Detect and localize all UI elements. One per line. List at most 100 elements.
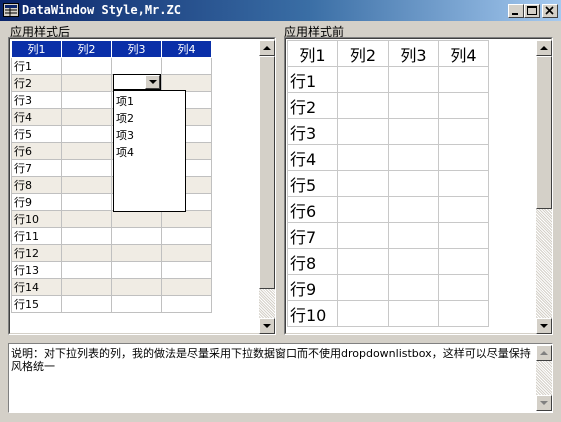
- description-scrollbar[interactable]: [536, 345, 552, 411]
- table-cell[interactable]: [388, 92, 439, 119]
- table-cell[interactable]: [388, 118, 439, 145]
- table-cell[interactable]: [61, 261, 112, 279]
- scroll-down-button[interactable]: [259, 318, 275, 334]
- column-header[interactable]: 列1: [11, 40, 62, 58]
- column-header[interactable]: 列3: [111, 40, 162, 58]
- scroll-down-button[interactable]: [536, 395, 552, 411]
- table-row[interactable]: 行1: [287, 66, 489, 93]
- scroll-thumb[interactable]: [259, 56, 275, 289]
- table-cell[interactable]: [111, 278, 162, 296]
- table-row[interactable]: 行10: [11, 210, 212, 228]
- table-row[interactable]: 行14: [11, 278, 212, 296]
- table-cell[interactable]: [61, 57, 112, 75]
- table-row[interactable]: 行15: [11, 295, 212, 313]
- table-cell[interactable]: [61, 210, 112, 228]
- table-row[interactable]: 行4: [287, 144, 489, 171]
- table-cell[interactable]: [337, 66, 389, 93]
- table-cell[interactable]: [161, 295, 212, 313]
- table-cell[interactable]: [61, 108, 112, 126]
- scroll-up-button[interactable]: [536, 345, 552, 361]
- table-cell[interactable]: [438, 170, 489, 197]
- table-cell[interactable]: [161, 278, 212, 296]
- table-cell[interactable]: [388, 248, 439, 275]
- table-cell[interactable]: [337, 92, 389, 119]
- table-cell[interactable]: [388, 196, 439, 223]
- dropdown-option[interactable]: 项4: [114, 144, 185, 161]
- description-textarea[interactable]: 说明：对下拉列表的列，我的做法是尽量采用下拉数据窗口而不使用dropdownli…: [8, 343, 553, 413]
- table-cell[interactable]: [111, 57, 162, 75]
- table-cell[interactable]: [111, 210, 162, 228]
- column-header[interactable]: 列2: [61, 40, 112, 58]
- column-header[interactable]: 列2: [337, 40, 389, 67]
- table-cell[interactable]: [61, 91, 112, 109]
- table-row[interactable]: 行13: [11, 261, 212, 279]
- table-row[interactable]: 行9: [287, 274, 489, 301]
- column-header[interactable]: 列3: [388, 40, 439, 67]
- table-cell[interactable]: [388, 300, 439, 327]
- table-cell[interactable]: [337, 222, 389, 249]
- table-cell[interactable]: [161, 74, 212, 92]
- table-cell[interactable]: [438, 222, 489, 249]
- table-cell[interactable]: [61, 295, 112, 313]
- table-cell[interactable]: [61, 159, 112, 177]
- dropdown-list[interactable]: 项1 项2 项3 项4: [113, 90, 186, 212]
- table-row[interactable]: 行11: [11, 227, 212, 245]
- table-cell[interactable]: [161, 210, 212, 228]
- table-cell[interactable]: [111, 261, 162, 279]
- dropdown-option[interactable]: 项2: [114, 110, 185, 127]
- table-row[interactable]: 行8: [287, 248, 489, 275]
- table-cell[interactable]: [438, 92, 489, 119]
- scroll-thumb[interactable]: [536, 56, 552, 209]
- table-cell[interactable]: [438, 66, 489, 93]
- table-cell[interactable]: [111, 295, 162, 313]
- column-header[interactable]: 列4: [438, 40, 489, 67]
- table-row[interactable]: 行6: [287, 196, 489, 223]
- table-cell[interactable]: [161, 57, 212, 75]
- table-cell[interactable]: [61, 278, 112, 296]
- table-cell[interactable]: [161, 261, 212, 279]
- dropdown-option[interactable]: 项1: [114, 93, 185, 110]
- table-cell[interactable]: [438, 274, 489, 301]
- table-row[interactable]: 行1: [11, 57, 212, 75]
- table-cell[interactable]: [61, 244, 112, 262]
- scroll-up-button[interactable]: [259, 40, 275, 56]
- table-cell[interactable]: [438, 144, 489, 171]
- table-cell[interactable]: [438, 196, 489, 223]
- table-cell[interactable]: [111, 244, 162, 262]
- dropdown-option[interactable]: 项3: [114, 127, 185, 144]
- table-cell[interactable]: [438, 118, 489, 145]
- table-cell[interactable]: [161, 244, 212, 262]
- table-cell[interactable]: [111, 227, 162, 245]
- table-cell[interactable]: [388, 144, 439, 171]
- maximize-button[interactable]: [524, 4, 540, 18]
- table-cell[interactable]: [438, 300, 489, 327]
- table-cell[interactable]: [337, 118, 389, 145]
- left-vertical-scrollbar[interactable]: [259, 40, 275, 334]
- table-cell[interactable]: [337, 274, 389, 301]
- table-cell[interactable]: [337, 248, 389, 275]
- table-cell[interactable]: [161, 227, 212, 245]
- table-cell[interactable]: [61, 142, 112, 160]
- table-cell[interactable]: [388, 222, 439, 249]
- table-row[interactable]: 行2: [11, 74, 212, 92]
- table-cell[interactable]: [61, 74, 112, 92]
- table-row[interactable]: 行10: [287, 300, 489, 327]
- close-button[interactable]: [542, 4, 558, 18]
- dropdown-field[interactable]: [113, 74, 161, 90]
- table-cell[interactable]: [61, 227, 112, 245]
- table-cell[interactable]: [337, 144, 389, 171]
- table-cell[interactable]: [438, 248, 489, 275]
- table-cell[interactable]: [388, 274, 439, 301]
- table-row[interactable]: 行3: [287, 118, 489, 145]
- table-row[interactable]: 行2: [287, 92, 489, 119]
- column-header[interactable]: 列1: [287, 40, 338, 67]
- dropdown-button[interactable]: [145, 75, 160, 89]
- table-cell[interactable]: [61, 193, 112, 211]
- table-row[interactable]: 行5: [287, 170, 489, 197]
- unstyled-datawindow-grid[interactable]: 列1 列2 列3 列4 行1 行2 行3 行4 行5 行6 行7 行8 行9 行10: [287, 40, 489, 327]
- table-cell[interactable]: [388, 170, 439, 197]
- table-cell[interactable]: [337, 300, 389, 327]
- table-cell[interactable]: [388, 66, 439, 93]
- table-cell[interactable]: [337, 170, 389, 197]
- title-bar[interactable]: DataWindow Style,Mr.ZC: [0, 0, 561, 21]
